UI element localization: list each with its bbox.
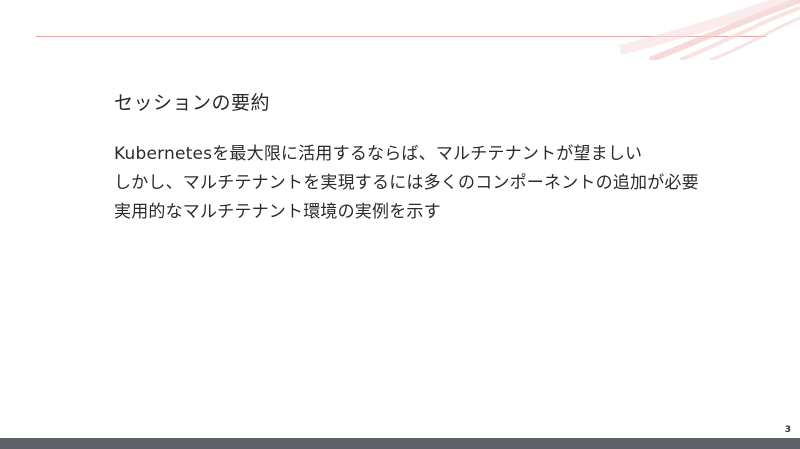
bullet-item: しかし、マルチテナントを実現するには多くのコンポーネントの追加が必要 — [114, 173, 699, 193]
corner-decoration — [618, 0, 800, 60]
footer-bar — [0, 438, 800, 449]
presentation-slide: セッションの要約 Kubernetesを最大限に活用するならば、マルチテナントが… — [0, 0, 800, 449]
bullet-item: 実用的なマルチテナント環境の実例を示す — [114, 202, 441, 222]
bullet-item: Kubernetesを最大限に活用するならば、マルチテナントが望ましい — [114, 144, 643, 164]
bullet-list: Kubernetesを最大限に活用するならば、マルチテナントが望ましい しかし、… — [114, 140, 699, 227]
page-number: 3 — [784, 425, 791, 435]
slide-title: セッションの要約 — [114, 92, 271, 114]
